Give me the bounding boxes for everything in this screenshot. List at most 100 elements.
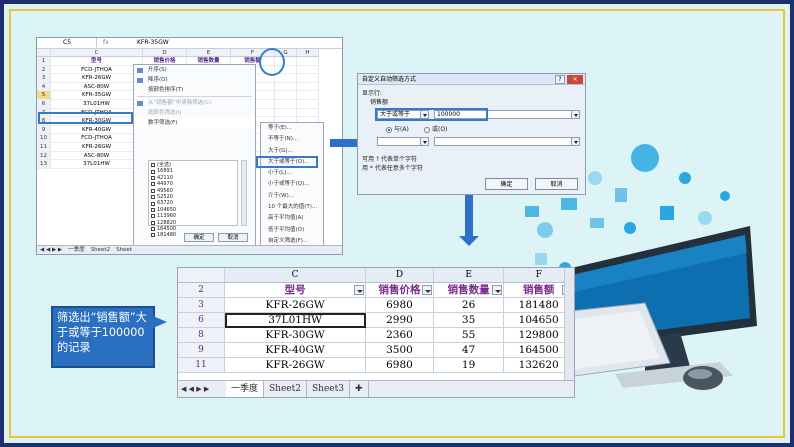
operator-select-2[interactable] <box>377 137 429 146</box>
submenu-item[interactable]: 介于(W)... <box>261 191 323 202</box>
vertical-scrollbar[interactable] <box>564 268 574 380</box>
header-cell[interactable]: 型号 <box>51 57 143 66</box>
filter-dropdown-icon[interactable] <box>354 285 365 295</box>
sheet-tab[interactable]: Sheet3 <box>307 381 350 397</box>
cell[interactable]: 19 <box>433 358 505 373</box>
corner-cell[interactable] <box>178 268 226 282</box>
menu-item-sort-desc[interactable]: 降序(O) <box>134 75 255 85</box>
submenu-item[interactable]: 高于平均值(A) <box>261 213 323 224</box>
checkbox-icon[interactable] <box>151 207 155 212</box>
cell[interactable]: FCD-JTHQA <box>51 134 143 143</box>
menu-item-number-filter[interactable]: 数字筛选(F) <box>134 118 255 128</box>
menu-item-sort-asc[interactable]: 升序(S) <box>134 65 255 75</box>
checkbox-icon[interactable] <box>151 169 155 174</box>
cell[interactable]: 2360 <box>366 328 434 343</box>
checkbox-icon[interactable] <box>151 220 155 225</box>
sheet-tab[interactable]: 一季度 <box>226 381 265 397</box>
formula-value[interactable]: KFR-35GW <box>137 38 169 48</box>
cell[interactable]: 2990 <box>366 313 434 328</box>
sheet-nav-arrows[interactable]: ◀ ◀ ▶ ▶ <box>37 246 65 254</box>
filter-dropdown-icon[interactable] <box>492 285 503 295</box>
cell[interactable]: KFR-40GW <box>225 343 367 358</box>
cell[interactable]: ASC-80W <box>51 82 143 92</box>
cell[interactable] <box>297 99 319 109</box>
cell[interactable]: KFR-35GW <box>51 91 143 100</box>
ok-button[interactable]: 确定 <box>184 233 214 242</box>
checkbox-icon[interactable] <box>151 188 155 193</box>
cell[interactable] <box>275 99 297 109</box>
column-header[interactable]: C <box>225 268 367 282</box>
submenu-item[interactable]: 等于(E)... <box>261 123 323 134</box>
checkbox-icon[interactable] <box>151 175 155 180</box>
cell[interactable]: 3500 <box>366 343 434 358</box>
and-radio[interactable]: 与(A) <box>386 124 409 133</box>
cell[interactable]: 37L01HW <box>225 313 367 328</box>
checkbox-icon[interactable] <box>151 201 155 206</box>
column-header[interactable]: H <box>297 49 319 56</box>
sheet-nav-arrows[interactable]: ◀ ◀ ▶ ▶ <box>178 381 226 397</box>
cell[interactable] <box>275 91 297 100</box>
sheet-tab[interactable]: Sheet2 <box>264 381 307 397</box>
cell[interactable]: 37L01HW <box>51 99 143 109</box>
submenu-item[interactable]: 不等于(N)... <box>261 134 323 145</box>
cell[interactable]: FCD-JTHQA <box>51 65 143 75</box>
close-icon[interactable]: ✕ <box>567 75 583 84</box>
or-radio[interactable]: 或(O) <box>424 124 447 133</box>
submenu-item[interactable]: 小于(L)... <box>261 168 323 179</box>
sheet-tab[interactable]: 一季度 <box>65 246 88 254</box>
checkbox-icon[interactable] <box>151 227 155 232</box>
checkbox-icon[interactable] <box>151 182 155 187</box>
sheet-tab[interactable]: Sheet <box>113 246 135 254</box>
cell[interactable]: ASC-80W <box>51 151 143 161</box>
cell[interactable] <box>275 74 297 83</box>
checkbox-icon[interactable] <box>151 195 155 200</box>
corner-cell[interactable] <box>37 49 51 56</box>
menu-item-filter-color[interactable]: 按颜色筛选(I) <box>134 108 255 118</box>
name-box[interactable]: C5 <box>37 38 97 48</box>
column-header[interactable]: E <box>187 49 231 56</box>
cell[interactable] <box>297 91 319 100</box>
filter-dropdown-icon[interactable] <box>421 285 432 295</box>
submenu-item[interactable]: 小于或等于(Q)... <box>261 179 323 190</box>
header-cell[interactable]: 销售价格 <box>366 283 434 298</box>
cell[interactable]: KFR-26GW <box>225 298 367 313</box>
cell[interactable]: 55 <box>433 328 505 343</box>
list-scrollbar[interactable] <box>241 160 247 226</box>
cell[interactable]: 26 <box>433 298 505 313</box>
cell[interactable]: KFR-26GW <box>51 142 143 152</box>
cell[interactable] <box>297 57 319 66</box>
submenu-item[interactable]: 低于平均值(O) <box>261 225 323 236</box>
checkbox-icon[interactable] <box>151 214 155 219</box>
checkbox-icon[interactable] <box>151 163 155 168</box>
cell[interactable] <box>275 108 297 118</box>
cell[interactable]: 6980 <box>366 358 434 373</box>
column-header[interactable]: E <box>434 268 505 282</box>
chevron-down-icon[interactable] <box>571 111 579 118</box>
column-header[interactable]: D <box>366 268 434 282</box>
cell[interactable]: 47 <box>433 343 505 358</box>
cell[interactable]: KFR-30GW <box>225 328 367 343</box>
cell[interactable]: 35 <box>433 313 505 328</box>
cell[interactable] <box>297 108 319 118</box>
new-sheet-icon[interactable]: ✚ <box>350 381 369 397</box>
cell[interactable] <box>297 65 319 75</box>
cell[interactable]: KFR-26GW <box>225 358 367 373</box>
checkbox-icon[interactable] <box>151 233 155 238</box>
cell[interactable] <box>297 74 319 83</box>
cell[interactable]: KFR-26GW <box>51 74 143 83</box>
cell[interactable] <box>297 82 319 92</box>
column-header[interactable]: D <box>143 49 187 56</box>
menu-item-sort-color[interactable]: 按颜色排序(T) <box>134 85 255 95</box>
cell[interactable] <box>275 82 297 92</box>
cell[interactable]: 6980 <box>366 298 434 313</box>
cell[interactable]: 37L01HW <box>51 160 143 169</box>
value-checklist[interactable]: (全选) 16891 42110 44970 49560 52520 63720 104650… <box>148 160 238 238</box>
column-header[interactable]: C <box>51 49 143 56</box>
cell[interactable]: KFR-40GW <box>51 125 143 135</box>
header-cell[interactable]: 型号 <box>225 283 367 298</box>
menu-item-clear-filter[interactable]: 从“销售额”中清除筛选(C) <box>134 98 255 108</box>
header-cell[interactable]: 销售数量 <box>433 283 505 298</box>
chevron-down-icon[interactable] <box>420 138 428 145</box>
sheet-tab[interactable]: Sheet2 <box>88 246 113 254</box>
submenu-item[interactable]: 10 个最大的值(T)... <box>261 202 323 213</box>
